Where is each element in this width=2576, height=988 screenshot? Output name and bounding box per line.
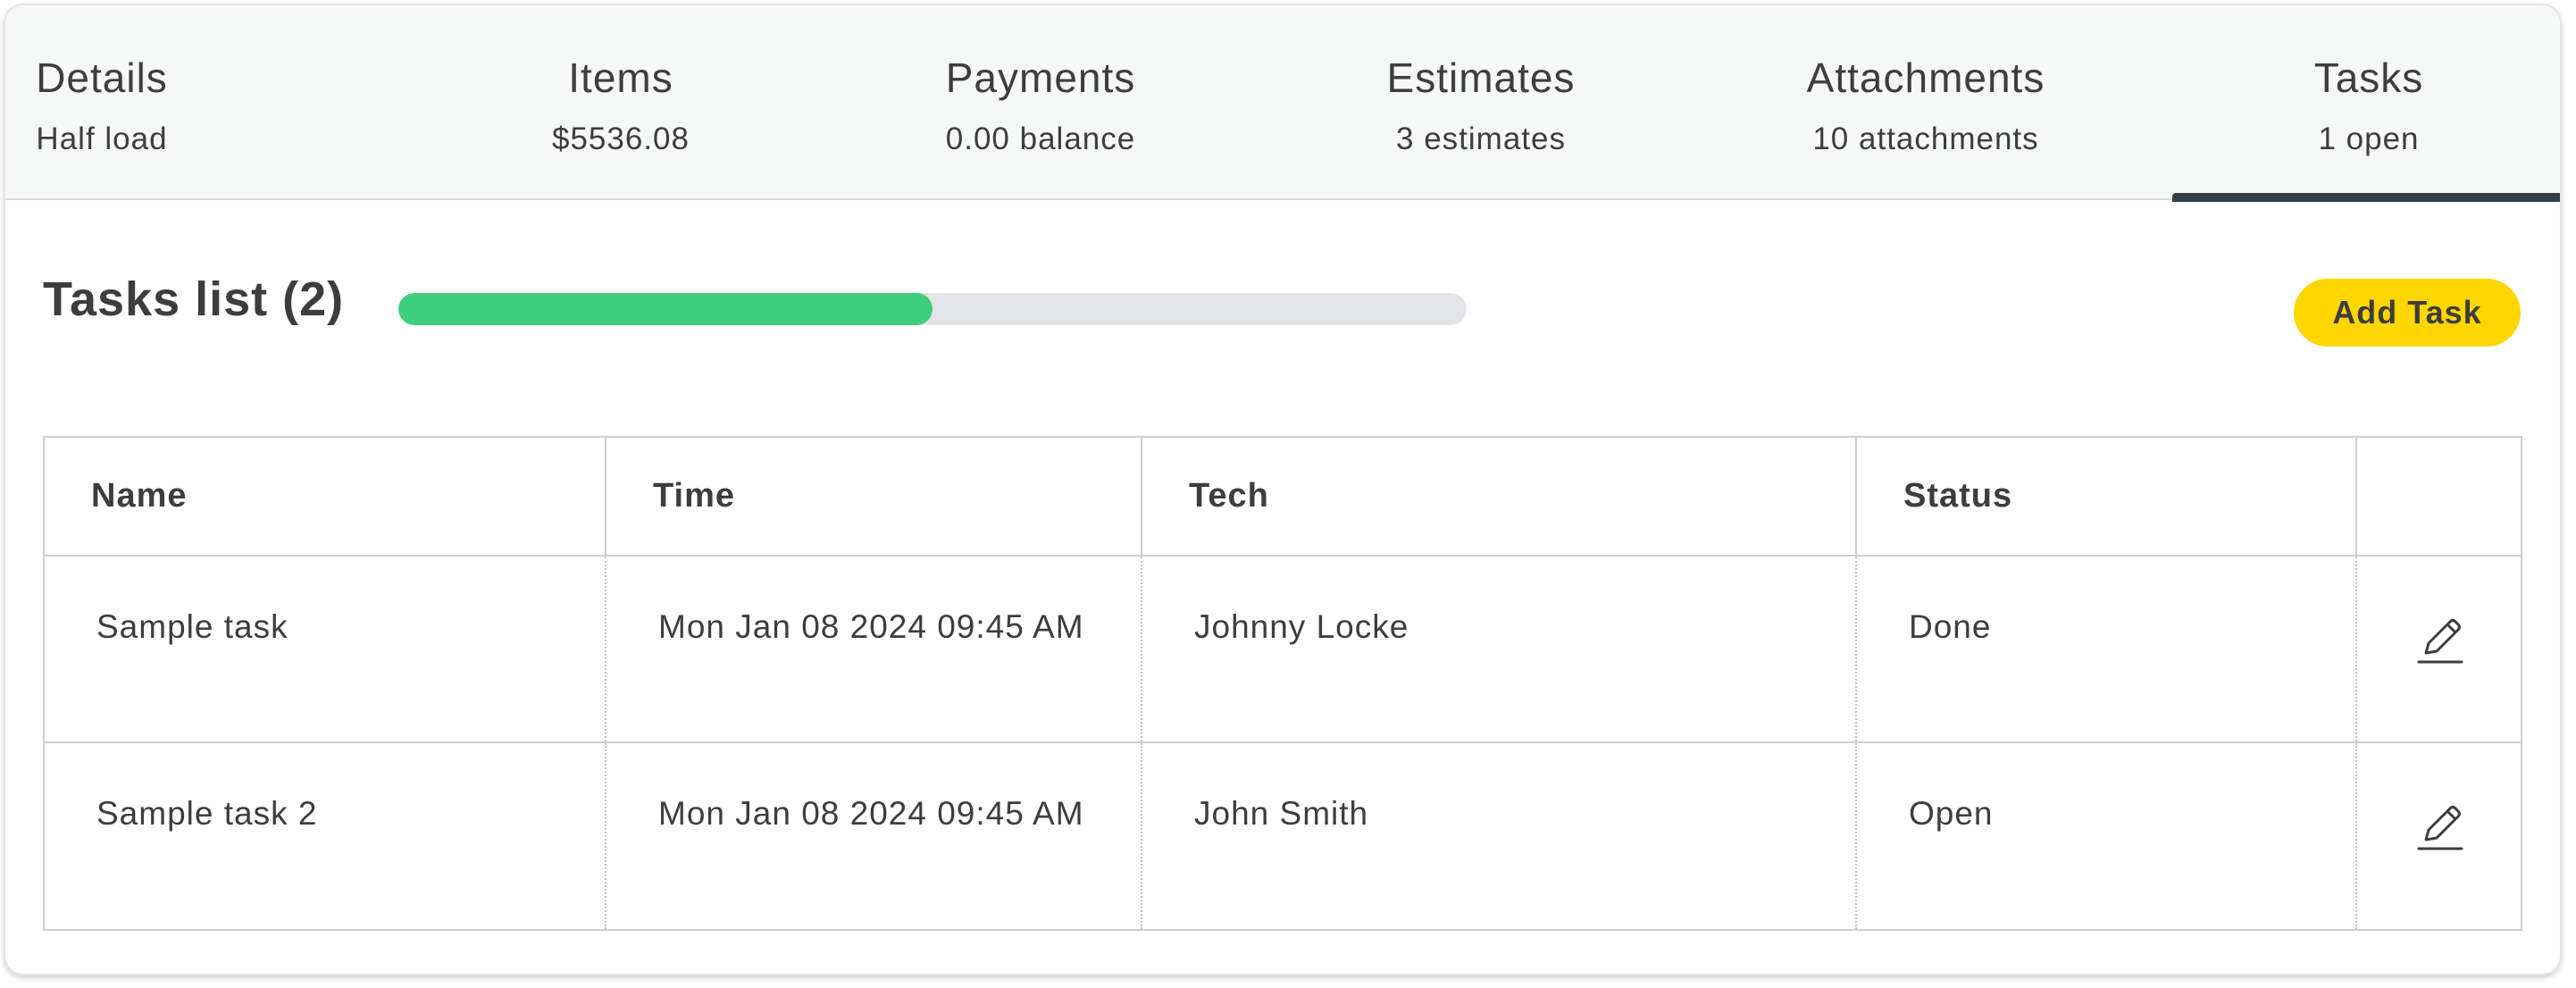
pencil-icon [2417, 806, 2463, 850]
tab-attachments[interactable]: Attachments 10 attachments [1747, 5, 2104, 200]
tab-subtitle: 0.00 balance [945, 121, 1136, 156]
table-header-row: Name Time Tech Status [45, 438, 2522, 557]
tasks-progress-bar [398, 293, 1467, 325]
tab-subtitle: Half load [36, 121, 168, 156]
tab-title: Items [568, 54, 673, 101]
column-header-time[interactable]: Time [606, 438, 1142, 557]
pencil-icon [2417, 619, 2463, 664]
tasks-table: Name Time Tech Status Sample task Mon Ja… [43, 436, 2522, 931]
edit-task-button[interactable] [2412, 799, 2469, 856]
table-row: Sample task 2 Mon Jan 08 2024 09:45 AM J… [45, 742, 2522, 929]
job-tasks-card: Details Half load Items $5536.08 Payment… [4, 4, 2562, 975]
tab-details[interactable]: Details Half load [5, 5, 198, 200]
task-tech-cell: Johnny Locke [1142, 556, 1857, 743]
table-row: Sample task Mon Jan 08 2024 09:45 AM Joh… [45, 556, 2522, 743]
task-status-cell: Done [1856, 556, 2357, 743]
column-header-actions [2356, 438, 2522, 557]
task-actions-cell [2356, 556, 2522, 743]
task-actions-cell [2356, 742, 2522, 929]
tasks-progress-fill [398, 293, 933, 325]
task-time-cell: Mon Jan 08 2024 09:45 AM [606, 556, 1142, 743]
tab-estimates[interactable]: Estimates 3 estimates [1302, 5, 1660, 200]
task-time-cell: Mon Jan 08 2024 09:45 AM [606, 742, 1142, 929]
tab-bar: Details Half load Items $5536.08 Payment… [5, 5, 2560, 202]
task-status-cell: Open [1856, 742, 2357, 929]
edit-task-button[interactable] [2412, 612, 2469, 669]
task-name-cell: Sample task [45, 556, 606, 743]
tab-subtitle: $5536.08 [552, 121, 690, 156]
tab-title: Tasks [2313, 54, 2424, 101]
tab-tasks[interactable]: Tasks 1 open [2172, 5, 2560, 202]
column-header-tech[interactable]: Tech [1142, 438, 1857, 557]
column-header-status[interactable]: Status [1856, 438, 2357, 557]
tab-title: Payments [945, 54, 1136, 101]
tab-title: Details [36, 54, 168, 101]
task-tech-cell: John Smith [1142, 742, 1857, 929]
tab-subtitle: 1 open [2318, 121, 2420, 156]
tasks-list-heading: Tasks list (2) [43, 272, 345, 326]
tab-title: Estimates [1386, 54, 1576, 101]
add-task-button[interactable]: Add Task [2294, 279, 2521, 347]
task-name-cell: Sample task 2 [45, 742, 606, 929]
tab-payments[interactable]: Payments 0.00 balance [862, 5, 1219, 200]
tab-subtitle: 10 attachments [1812, 121, 2039, 156]
tab-items[interactable]: Items $5536.08 [451, 5, 790, 200]
tab-subtitle: 3 estimates [1396, 121, 1566, 156]
column-header-name[interactable]: Name [45, 438, 606, 557]
active-tab-indicator [2172, 193, 2560, 202]
tab-title: Attachments [1806, 54, 2045, 101]
